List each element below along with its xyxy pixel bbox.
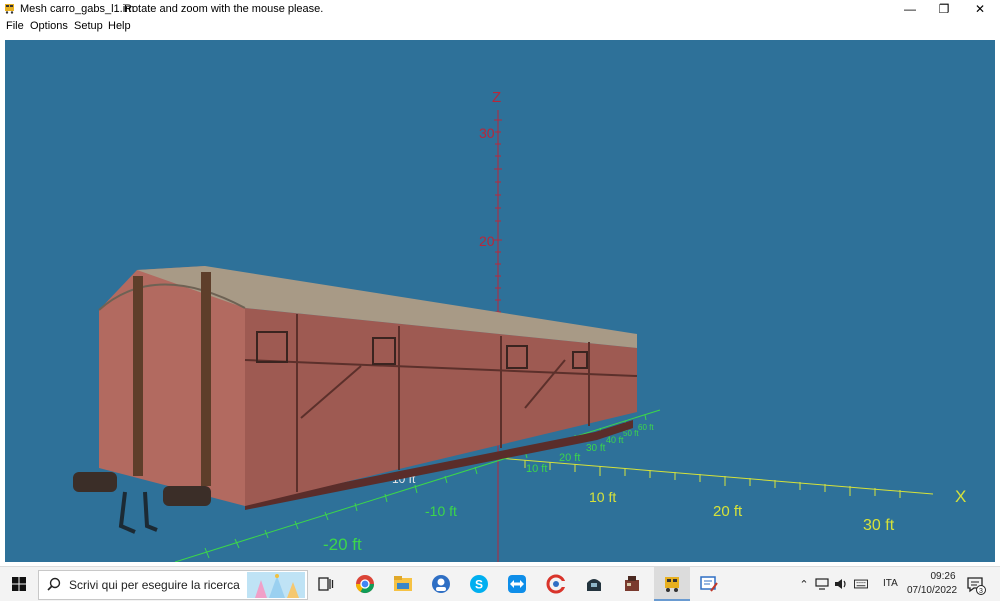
trainz-icon <box>587 579 601 591</box>
trainz-button[interactable] <box>581 571 607 597</box>
clock-date[interactable]: 07/10/2022 <box>906 585 958 596</box>
boxcar-buffer <box>73 472 117 492</box>
file-explorer-icon <box>394 576 412 591</box>
search-box[interactable]: Scrivi qui per eseguire la ricerca <box>38 570 308 600</box>
volume-button[interactable] <box>834 577 848 591</box>
search-icon <box>47 577 61 591</box>
chrome-button[interactable] <box>352 571 378 597</box>
title-bar: Mesh carro_gabs_l1.im Rotate and zoom wi… <box>0 0 1000 18</box>
restore-icon: ❐ <box>938 2 950 16</box>
blue-app-button[interactable] <box>428 571 454 597</box>
cab-app-button[interactable] <box>619 571 645 597</box>
notification-count: 3 <box>979 588 983 595</box>
close-button[interactable]: ✕ <box>962 0 998 18</box>
task-view-icon <box>318 577 334 591</box>
menu-bar: File Options Setup Help <box>0 18 1000 35</box>
tray-overflow-button[interactable]: ⌃ <box>797 577 811 591</box>
input-language[interactable]: ITA <box>883 578 898 589</box>
close-icon: ✕ <box>974 2 986 16</box>
3d-viewport[interactable]: Z 30 20 X 10 ft 20 ft 30 ft -20 ft -10 f… <box>5 40 995 562</box>
z-tick-30: 30 <box>479 125 495 141</box>
boxcar-end-stake <box>133 276 143 476</box>
y-tick-30ft: 30 ft <box>586 443 606 454</box>
search-placeholder: Scrivi qui per eseguire la ricerca <box>69 578 240 592</box>
boxcar-end <box>99 266 245 506</box>
restore-button[interactable]: ❐ <box>926 0 962 18</box>
notification-center-button[interactable]: 3 <box>966 575 986 595</box>
ccleaner-button[interactable] <box>543 571 569 597</box>
z-axis-label: Z <box>492 89 501 106</box>
clock-time[interactable]: 09:26 <box>921 571 965 582</box>
chrome-icon <box>356 575 374 594</box>
start-button[interactable] <box>0 567 38 601</box>
ccleaner-icon <box>546 574 566 594</box>
x-axis <box>497 457 934 498</box>
window-title: Mesh carro_gabs_l1.im <box>20 3 135 15</box>
scene-svg: Z 30 20 X 10 ft 20 ft 30 ft -20 ft -10 f… <box>73 89 966 562</box>
network-icon <box>815 578 829 590</box>
menu-setup[interactable]: Setup <box>74 20 103 32</box>
menu-options[interactable]: Options <box>30 20 68 32</box>
menu-help[interactable]: Help <box>108 20 131 32</box>
mesh-viewer-button[interactable] <box>659 571 685 597</box>
x-tick-30ft: 30 ft <box>863 517 895 534</box>
search-highlight-art <box>247 572 305 598</box>
app-icon <box>5 4 14 14</box>
boxcar-buffer <box>163 486 211 506</box>
file-explorer-button[interactable] <box>390 571 416 597</box>
menu-file[interactable]: File <box>6 20 24 32</box>
minimize-icon: — <box>904 2 916 16</box>
y-tick-40ft: 40 ft <box>606 435 624 445</box>
keyboard-icon <box>854 579 868 589</box>
editor-icon <box>700 576 718 592</box>
teamviewer-icon <box>508 575 526 593</box>
y-tick-60ft: 60 ft <box>638 423 654 432</box>
keyboard-button[interactable] <box>854 577 868 591</box>
x-axis-label: X <box>955 487 966 506</box>
skype-button[interactable]: S <box>466 571 492 597</box>
svg-text:S: S <box>475 578 483 592</box>
windows-logo-icon <box>12 577 26 591</box>
minimize-button[interactable]: — <box>892 0 928 18</box>
z-tick-20: 20 <box>479 233 495 249</box>
teamviewer-button[interactable] <box>504 571 530 597</box>
skype-icon: S <box>470 575 488 593</box>
window-hint: Rotate and zoom with the mouse please. <box>124 3 324 15</box>
mesh-viewer-icon <box>665 577 679 592</box>
boxcar-model[interactable] <box>73 266 638 534</box>
editor-button[interactable] <box>696 571 722 597</box>
boxcar-end-stake <box>201 272 211 486</box>
y-tick-neg20ft: -20 ft <box>323 535 362 554</box>
speaker-icon <box>835 579 846 589</box>
x-tick-10ft: 10 ft <box>589 489 616 505</box>
y-tick-10ft: 10 ft <box>526 463 547 475</box>
y-tick-neg10ft: -10 ft <box>425 503 457 519</box>
blue-app-icon <box>432 575 450 593</box>
chevron-up-icon: ⌃ <box>799 578 809 591</box>
taskbar: Scrivi qui per eseguire la ricerca S ⌃ I… <box>0 566 1000 601</box>
task-view-button[interactable] <box>313 571 339 597</box>
notification-icon: 3 <box>967 577 986 595</box>
network-button[interactable] <box>815 577 829 591</box>
x-tick-20ft: 20 ft <box>713 503 743 520</box>
y-tick-20ft: 20 ft <box>559 452 580 464</box>
boxcar-coupler <box>118 491 158 534</box>
cab-app-icon <box>625 576 639 591</box>
